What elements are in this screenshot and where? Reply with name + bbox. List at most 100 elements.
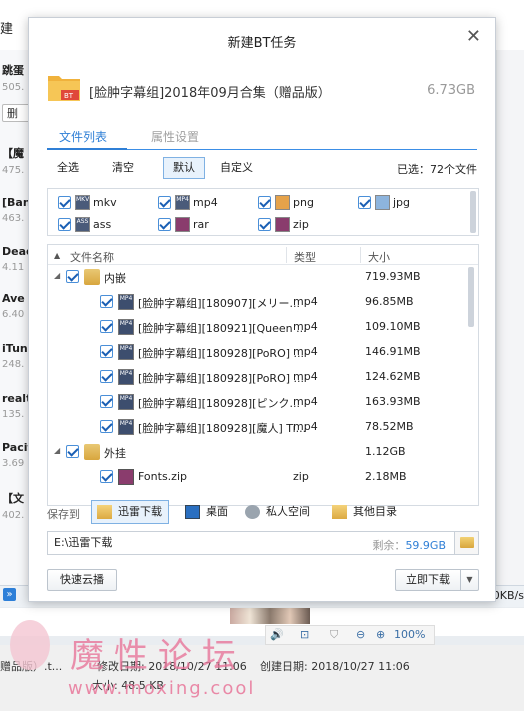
type-filter-png[interactable]: png	[258, 195, 314, 213]
file-name: 外挂	[104, 447, 126, 460]
file-tree-scrollbar[interactable]	[468, 267, 474, 327]
checkbox[interactable]	[258, 218, 271, 231]
video-file-icon: MP4	[118, 294, 134, 310]
file-name: [脸肿字幕组][180928][ピンク...	[138, 397, 300, 410]
row-checkbox[interactable]	[100, 345, 113, 358]
tree-file-row[interactable]: MP4 [脸肿字幕组][180921][Queen ... mp4 109.10MB	[48, 315, 468, 339]
file-type: mp4	[293, 420, 318, 433]
browse-folder-button[interactable]	[454, 532, 478, 554]
task-size: 6.73GB	[427, 83, 475, 98]
zoom-in-icon[interactable]: ⊕	[376, 628, 385, 641]
type-filter-rar[interactable]: rar	[158, 217, 209, 235]
tree-folder-row[interactable]: ◢ 内嵌 719.93MB	[48, 265, 468, 289]
column-size[interactable]: 大小	[368, 249, 390, 265]
type-filter-mp4[interactable]: MP4 mp4	[158, 195, 218, 213]
tree-file-row[interactable]: MP4 [脸肿字幕组][180928][魔人] Ti... mp4 78.52MB	[48, 415, 468, 439]
video-file-icon: MP4	[118, 394, 134, 410]
checkbox[interactable]	[158, 218, 171, 231]
tree-file-row[interactable]: Fonts.zip zip 2.18MB	[48, 465, 468, 489]
row-checkbox[interactable]	[100, 370, 113, 383]
private-space-icon	[245, 505, 260, 519]
close-icon[interactable]: ✕	[466, 26, 481, 47]
player-controls: 🔊 ⊡ ⛉ ⊖ ⊕ 100%	[265, 625, 435, 645]
file-size: 1.12GB	[365, 445, 406, 458]
type-label: mkv	[93, 196, 117, 209]
download-options-dropdown[interactable]: ▼	[461, 569, 479, 591]
checkbox[interactable]	[58, 218, 71, 231]
checkbox[interactable]	[358, 196, 371, 209]
type-filter-mkv[interactable]: MKV mkv	[58, 195, 117, 213]
file-tree: ▲ 文件名称 类型 大小 ◢ 内嵌 719.93MB MP4 [脸肿字幕组][18090…	[47, 244, 479, 506]
location-private-space[interactable]: 私人空间	[239, 500, 317, 524]
desktop-icon	[185, 505, 200, 519]
select-all-button[interactable]: 全选	[47, 157, 89, 179]
file-type: mp4	[293, 345, 318, 358]
file-size: 124.62MB	[365, 370, 421, 383]
task-name: [脸肿字幕组]2018年09月合集（赠品版）	[89, 86, 331, 101]
custom-button[interactable]: 自定义	[210, 157, 263, 179]
file-size: 719.93MB	[365, 270, 421, 283]
tab-file-list[interactable]: 文件列表	[59, 128, 107, 145]
column-type[interactable]: 类型	[294, 249, 316, 265]
file-name: [脸肿字幕组][180921][Queen ...	[138, 322, 307, 335]
file-name: Fonts.zip	[138, 470, 187, 483]
row-checkbox[interactable]	[100, 320, 113, 333]
tab-properties[interactable]: 属性设置	[151, 128, 199, 145]
checkbox[interactable]	[258, 196, 271, 209]
created-date: 创建日期: 2018/10/27 11:06	[260, 660, 410, 673]
type-filter-ass[interactable]: ASS ass	[58, 217, 111, 235]
checkbox[interactable]	[158, 196, 171, 209]
row-checkbox[interactable]	[100, 470, 113, 483]
save-path-input[interactable]	[54, 535, 354, 548]
type-filter-jpg[interactable]: jpg	[358, 195, 410, 213]
quick-cloud-play-button[interactable]: 快速云播	[47, 569, 117, 591]
remaining-space: 剩余：59.9GB	[372, 539, 446, 552]
dialog-tabs: 文件列表 属性设置	[47, 128, 477, 150]
collapse-arrow-icon[interactable]: ◢	[54, 271, 60, 280]
row-checkbox[interactable]	[66, 445, 79, 458]
tree-file-row[interactable]: MP4 [脸肿字幕组][180928][ピンク... mp4 163.93MB	[48, 390, 468, 414]
tree-file-row[interactable]: MP4 [脸肿字幕组][180928][PoRO] ... mp4 124.62MB	[48, 365, 468, 389]
location-other-directory[interactable]: 其他目录	[326, 500, 404, 524]
background-right-panel	[497, 50, 524, 590]
row-checkbox[interactable]	[66, 270, 79, 283]
video-file-icon: MP4	[118, 369, 134, 385]
row-checkbox[interactable]	[100, 395, 113, 408]
background-title: 建	[0, 22, 14, 37]
type-filter-zip[interactable]: zip	[258, 217, 309, 235]
video-icon: MP4	[175, 195, 190, 210]
file-size: 146.91MB	[365, 345, 421, 358]
type-filter-scrollbar[interactable]	[470, 191, 476, 233]
watermark-mascot	[10, 620, 50, 670]
file-size: 78.52MB	[365, 420, 414, 433]
sort-arrow-icon[interactable]: ▲	[54, 251, 60, 260]
file-type: mp4	[293, 320, 318, 333]
screen-icon[interactable]: ⊡	[300, 628, 309, 641]
column-name[interactable]: 文件名称	[70, 249, 114, 265]
tree-folder-row[interactable]: ◢ 外挂 1.12GB	[48, 440, 468, 464]
shield-icon[interactable]: ⛉	[330, 628, 338, 642]
zoom-out-icon[interactable]: ⊖	[356, 628, 365, 641]
video-file-icon: MP4	[118, 344, 134, 360]
download-arrow-icon[interactable]: »	[3, 588, 16, 601]
volume-icon[interactable]: 🔊	[270, 628, 284, 641]
download-now-button[interactable]: 立即下载	[395, 569, 461, 591]
file-name: [脸肿字幕组][180928][魔人] Ti...	[138, 422, 307, 435]
tree-file-row[interactable]: MP4 [脸肿字幕组][180907][メリー... mp4 96.85MB	[48, 290, 468, 314]
folder-icon	[84, 269, 100, 285]
tree-file-row[interactable]: MP4 [脸肿字幕组][180928][PoRO] ... mp4 146.91MB	[48, 340, 468, 364]
bt-folder-icon: BT	[48, 76, 80, 101]
save-location-row: 保存到 迅雷下载 桌面 私人空间 其他目录	[47, 500, 479, 526]
clear-button[interactable]: 清空	[102, 157, 144, 179]
location-thunder-downloads[interactable]: 迅雷下载	[91, 500, 169, 524]
image-icon	[375, 195, 390, 210]
location-desktop[interactable]: 桌面	[179, 500, 235, 524]
default-button[interactable]: 默认	[163, 157, 205, 179]
checkbox[interactable]	[58, 196, 71, 209]
video-file-icon: MP4	[118, 319, 134, 335]
row-checkbox[interactable]	[100, 420, 113, 433]
row-checkbox[interactable]	[100, 295, 113, 308]
collapse-arrow-icon[interactable]: ◢	[54, 446, 60, 455]
file-size: 96.85MB	[365, 295, 414, 308]
file-type: mp4	[293, 395, 318, 408]
